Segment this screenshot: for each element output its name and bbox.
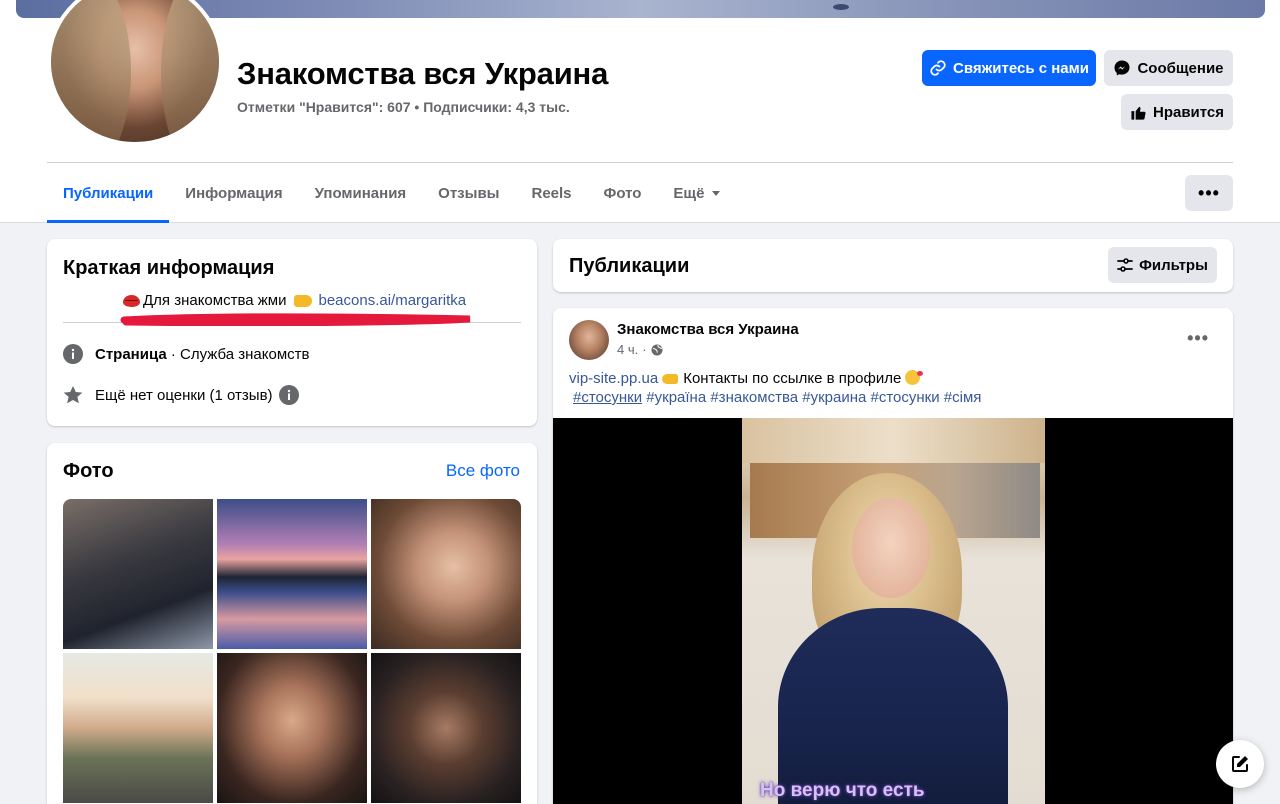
video-bg-curtain: [742, 418, 1045, 463]
avatar-hair-left: [51, 0, 131, 142]
pointing-hand-icon: [662, 374, 679, 385]
filters-button[interactable]: Фильтры: [1108, 247, 1217, 283]
meta-separator: ·: [642, 342, 647, 357]
post-text: vip-site.pp.ua Контакты по ссылке в профи…: [569, 369, 981, 407]
caret-down-icon: [712, 191, 721, 196]
hashtag-list[interactable]: #україна #знакомства #украина #стосунки …: [642, 389, 981, 406]
video-person-dress: [778, 608, 1008, 804]
cover-detail: [833, 4, 849, 10]
photo-thumbnail[interactable]: [371, 499, 521, 649]
tab-photos[interactable]: Фото: [588, 163, 658, 223]
post-link[interactable]: vip-site.pp.ua: [569, 370, 658, 387]
link-icon: [930, 60, 946, 76]
bio-link[interactable]: beacons.ai/margaritka: [319, 292, 467, 309]
bio-text: Для знакомства жми: [143, 292, 287, 309]
contact-button-label: Свяжитесь с нами: [953, 59, 1089, 77]
page-title: Знакомства вся Украина: [237, 56, 609, 91]
post-video[interactable]: Но верю что есть: [553, 418, 1233, 804]
photo-thumbnail[interactable]: [63, 499, 213, 649]
post-time[interactable]: 4 ч.: [617, 342, 638, 357]
photo-thumbnail[interactable]: [217, 499, 367, 649]
intro-card: Краткая информация Для знакомства жми be…: [47, 239, 537, 426]
tab-posts[interactable]: Публикации: [47, 163, 170, 223]
tab-about[interactable]: Информация: [169, 163, 298, 223]
post-author-avatar[interactable]: [569, 320, 609, 360]
video-person-face: [852, 498, 930, 598]
star-icon: [63, 386, 83, 404]
globe-icon: [651, 344, 663, 355]
messenger-icon: [1114, 60, 1130, 76]
red-highlight-scribble: [120, 313, 471, 326]
posts-title: Публикации: [569, 255, 690, 277]
kissing-face-icon: [905, 370, 924, 385]
page-category-text: Страница · Служба знакомств: [95, 346, 310, 363]
thumbs-up-icon: [1131, 106, 1146, 120]
tab-more[interactable]: Ещё: [657, 163, 740, 223]
post-text-line: vip-site.pp.ua Контакты по ссылке в профи…: [569, 369, 981, 388]
message-button[interactable]: Сообщение: [1104, 50, 1233, 86]
message-button-label: Сообщение: [1137, 59, 1224, 77]
tab-reels[interactable]: Reels: [515, 163, 587, 223]
compose-icon: [1232, 756, 1248, 772]
all-photos-link[interactable]: Все фото: [446, 461, 520, 481]
photo-thumbnail[interactable]: [63, 653, 213, 803]
pointing-hand-icon: [293, 294, 312, 307]
tab-more-label: Ещё: [673, 184, 705, 202]
rating-row: Ещё нет оценки (1 отзыв): [63, 385, 299, 405]
posts-header-card: Публикации Фильтры: [553, 239, 1233, 292]
page-tabs: Публикации Информация Упоминания Отзывы …: [47, 163, 740, 223]
contact-button[interactable]: Свяжитесь с нами: [922, 50, 1096, 86]
page-header: Знакомства вся Украина Отметки "Нравится…: [0, 0, 1280, 223]
filters-icon: [1117, 258, 1134, 272]
tab-reviews[interactable]: Отзывы: [422, 163, 515, 223]
photo-thumbnail[interactable]: [217, 653, 367, 803]
post-options-button[interactable]: •••: [1187, 328, 1209, 349]
info-icon: [63, 344, 83, 364]
page-type-label: Страница: [95, 345, 167, 363]
like-button-label: Нравится: [1152, 103, 1225, 121]
lips-icon: [123, 294, 140, 307]
video-subtitle: Но верю что есть: [760, 780, 925, 801]
new-message-button[interactable]: [1216, 740, 1264, 788]
photos-card: Фото Все фото: [47, 443, 537, 804]
tab-mentions[interactable]: Упоминания: [299, 163, 423, 223]
filters-label: Фильтры: [1139, 256, 1208, 274]
rating-text: Ещё нет оценки (1 отзыв): [95, 386, 273, 404]
post-body: Контакты по ссылке в профиле: [683, 370, 902, 387]
page-stats: Отметки "Нравится": 607 • Подписчики: 4,…: [237, 99, 570, 115]
intro-title: Краткая информация: [63, 257, 275, 279]
post-hashtags: #стосунки #україна #знакомства #украина …: [569, 388, 981, 407]
page-type-value: · Служба знакомств: [166, 345, 310, 363]
intro-bio: Для знакомства жми beacons.ai/margaritka: [123, 292, 466, 309]
info-icon[interactable]: [278, 385, 299, 405]
photo-thumbnail[interactable]: [371, 653, 521, 803]
video-frame: Но верю что есть: [742, 418, 1045, 804]
post-meta: 4 ч. ·: [617, 342, 663, 357]
avatar-hair-right: [161, 0, 219, 142]
post-card: Знакомства вся Украина 4 ч. · ••• vip-si…: [553, 308, 1233, 804]
photos-title: Фото: [63, 460, 114, 482]
profile-picture[interactable]: [47, 0, 223, 146]
page-category-row: Страница · Служба знакомств: [63, 344, 310, 364]
page-more-options-button[interactable]: •••: [1185, 175, 1233, 211]
post-author-name[interactable]: Знакомства вся Украина: [617, 321, 799, 338]
like-page-button[interactable]: Нравится: [1121, 94, 1233, 130]
hashtag-link[interactable]: #стосунки: [573, 389, 642, 406]
